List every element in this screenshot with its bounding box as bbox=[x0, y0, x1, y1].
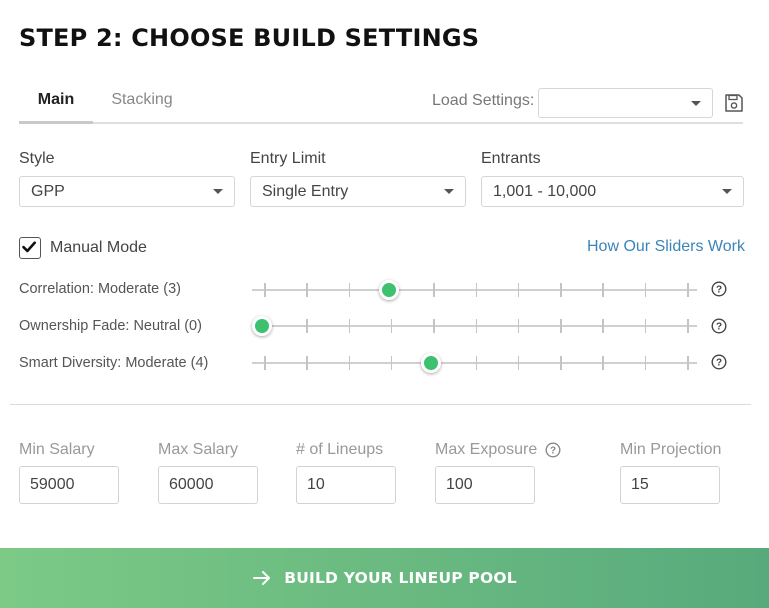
slider-tick bbox=[560, 356, 562, 370]
lineups-label: # of Lineups bbox=[296, 441, 384, 458]
min-salary-input[interactable] bbox=[19, 466, 119, 504]
slider-tick bbox=[390, 356, 393, 370]
build-button-label: BUILD YOUR LINEUP POOL bbox=[284, 569, 517, 587]
correlation-slider[interactable] bbox=[252, 280, 697, 300]
max-exposure-label: Max Exposure bbox=[435, 441, 538, 458]
save-icon[interactable] bbox=[724, 93, 744, 113]
entrants-select-value: 1,001 - 10,000 bbox=[493, 183, 597, 200]
build-lineup-pool-button[interactable]: BUILD YOUR LINEUP POOL bbox=[0, 548, 769, 608]
chevron-down-icon bbox=[691, 101, 701, 106]
correlation-label: Correlation: Moderate (3) bbox=[19, 281, 181, 297]
help-icon[interactable]: ? bbox=[711, 354, 727, 370]
slider-tick bbox=[644, 319, 647, 333]
style-select[interactable]: GPP bbox=[19, 176, 235, 207]
slider-tick bbox=[644, 356, 647, 370]
slider-tick bbox=[306, 356, 308, 370]
tab-stacking[interactable]: Stacking bbox=[93, 86, 191, 124]
svg-text:?: ? bbox=[716, 358, 722, 369]
slider-tick bbox=[560, 283, 562, 297]
entry-limit-select-value: Single Entry bbox=[262, 183, 349, 200]
slider-tick bbox=[264, 356, 266, 370]
checkmark-icon bbox=[22, 241, 36, 253]
slider-tick bbox=[687, 319, 689, 333]
max-salary-label: Max Salary bbox=[158, 441, 239, 458]
slider-tick bbox=[348, 283, 351, 297]
slider-tick bbox=[687, 283, 689, 297]
slider-tick bbox=[517, 283, 520, 297]
smart-diversity-label: Smart Diversity: Moderate (4) bbox=[19, 355, 209, 371]
slider-thumb[interactable] bbox=[421, 353, 442, 373]
chevron-down-icon bbox=[722, 189, 732, 194]
load-settings-label: Load Settings: bbox=[432, 92, 535, 109]
slider-tick bbox=[475, 319, 477, 333]
slider-tick bbox=[602, 356, 604, 370]
slider-tick bbox=[602, 319, 604, 333]
entrants-select[interactable]: 1,001 - 10,000 bbox=[481, 176, 744, 207]
slider-tick bbox=[306, 283, 308, 297]
entrants-label: Entrants bbox=[481, 150, 541, 167]
style-select-value: GPP bbox=[31, 183, 65, 200]
style-label: Style bbox=[19, 150, 55, 167]
lineups-input[interactable] bbox=[296, 466, 396, 504]
chevron-down-icon bbox=[213, 189, 223, 194]
slider-tick bbox=[517, 319, 520, 333]
slider-tick bbox=[475, 283, 477, 297]
slider-tick bbox=[433, 283, 435, 297]
ownership-fade-label: Ownership Fade: Neutral (0) bbox=[19, 318, 202, 334]
slider-tick bbox=[390, 319, 393, 333]
chevron-down-icon bbox=[444, 189, 454, 194]
smart-diversity-slider[interactable] bbox=[252, 353, 697, 373]
slider-tick bbox=[560, 319, 562, 333]
slider-tick bbox=[306, 319, 308, 333]
slider-tick bbox=[348, 356, 351, 370]
arrow-right-icon bbox=[253, 571, 271, 585]
how-sliders-work-link[interactable]: How Our Sliders Work bbox=[587, 238, 745, 256]
slider-tick bbox=[475, 356, 477, 370]
slider-tick bbox=[644, 283, 647, 297]
slider-tick bbox=[517, 356, 520, 370]
svg-text:?: ? bbox=[550, 446, 556, 457]
entry-limit-select[interactable]: Single Entry bbox=[250, 176, 466, 207]
slider-tick bbox=[687, 356, 689, 370]
tab-main[interactable]: Main bbox=[19, 86, 93, 124]
help-icon[interactable]: ? bbox=[711, 318, 727, 334]
svg-text:?: ? bbox=[716, 322, 722, 333]
max-salary-input[interactable] bbox=[158, 466, 258, 504]
entry-limit-label: Entry Limit bbox=[250, 150, 326, 167]
slider-tick bbox=[348, 319, 351, 333]
slider-thumb[interactable] bbox=[252, 316, 272, 336]
manual-mode-checkbox[interactable] bbox=[19, 237, 41, 259]
max-exposure-input[interactable] bbox=[435, 466, 535, 504]
help-icon[interactable]: ? bbox=[545, 442, 561, 458]
help-icon[interactable]: ? bbox=[711, 281, 727, 297]
page-title: STEP 2: CHOOSE BUILD SETTINGS bbox=[19, 24, 480, 52]
slider-thumb[interactable] bbox=[378, 280, 399, 300]
section-divider bbox=[10, 404, 751, 405]
manual-mode-label: Manual Mode bbox=[50, 239, 147, 256]
slider-tick bbox=[602, 283, 604, 297]
min-salary-label: Min Salary bbox=[19, 441, 95, 458]
slider-tick bbox=[433, 319, 435, 333]
min-projection-input[interactable] bbox=[620, 466, 720, 504]
slider-tick bbox=[264, 283, 266, 297]
svg-text:?: ? bbox=[716, 285, 722, 296]
ownership-fade-slider[interactable] bbox=[252, 316, 697, 336]
min-projection-label: Min Projection bbox=[620, 441, 722, 458]
load-settings-select[interactable] bbox=[538, 88, 713, 118]
